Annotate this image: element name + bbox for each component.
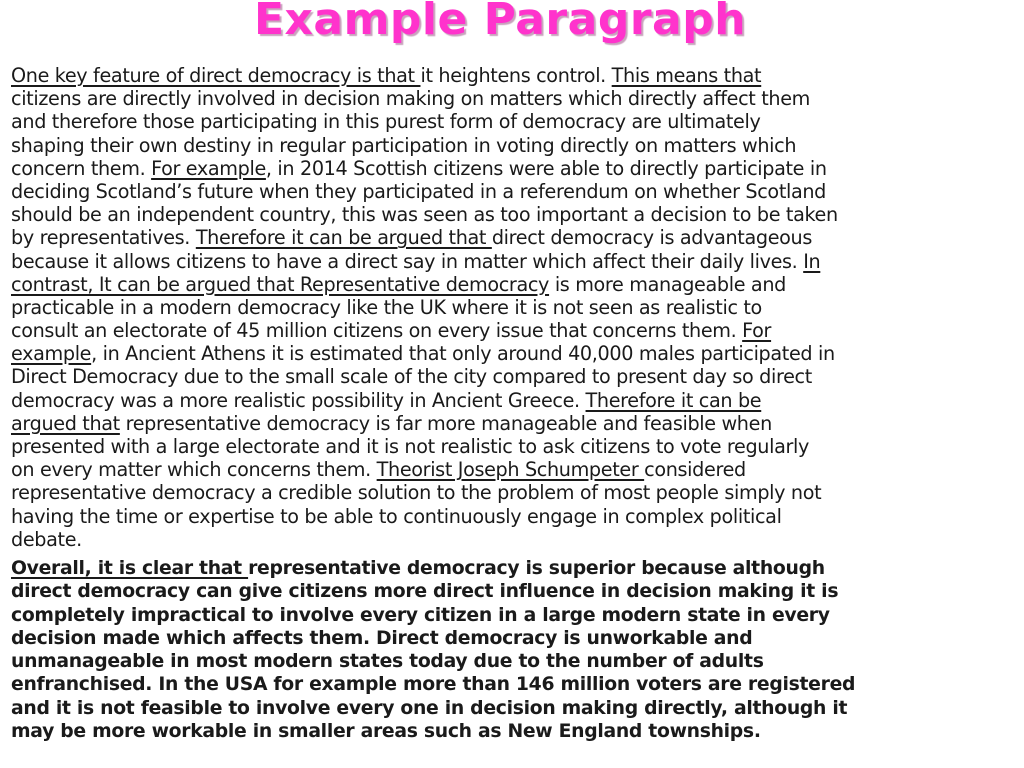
text-line: completely impractical to involve every … [11,604,1021,627]
text-segment: direct democracy is advantageous [491,226,813,250]
underlined-phrase: Theorist Joseph Schumpeter [376,458,645,482]
text-segment: Direct Democracy due to the small scale … [11,365,812,389]
text-line: One key feature of direct democracy is t… [11,64,1021,87]
text-segment: concern them. [11,156,152,180]
underlined-phrase: In [803,249,821,273]
underlined-phrase: example [11,342,92,366]
text-segment: and it is not feasible to involve every … [11,697,848,719]
text-line: contrast, It can be argued that Represen… [11,273,1021,296]
text-segment: decision made which affects them. Direct… [11,627,753,649]
text-segment: , in Ancient Athens it is estimated that… [91,342,835,366]
text-segment: shaping their own destiny in regular par… [11,133,797,157]
text-segment: is more manageable and [549,272,787,296]
text-line: and it is not feasible to involve every … [11,697,1021,720]
text-line: may be more workable in smaller areas su… [11,720,1021,743]
text-segment: representative democracy a credible solu… [11,481,822,505]
text-segment: , in 2014 Scottish citizens were able to… [265,156,827,180]
underlined-phrase: Overall, it is clear that [11,558,249,579]
text-segment: enfranchised. In the USA for example mor… [11,674,856,696]
underlined-phrase: Therefore it can be [585,388,762,412]
text-line: presented with a large electorate and it… [11,435,1021,458]
text-line: democracy was a more realistic possibili… [11,389,1021,412]
text-line: citizens are directly involved in decisi… [11,87,1021,110]
text-segment: because it allows citizens to have a dir… [11,249,804,273]
text-segment: it heightens control. [420,64,612,87]
text-line: decision made which affects them. Direct… [11,627,1021,650]
underlined-phrase: This means that [611,64,762,87]
text-line: on every matter which concerns them. The… [11,458,1021,481]
text-line: by representatives. Therefore it can be … [11,226,1021,249]
text-segment: representative democracy is superior bec… [248,558,825,579]
text-line: concern them. For example, in 2014 Scott… [11,157,1021,180]
underlined-phrase: One key feature of direct democracy is t… [11,64,421,87]
text-line: because it allows citizens to have a dir… [11,250,1021,273]
underlined-phrase: contrast, It can be argued that Represen… [11,272,550,296]
text-line: example, in Ancient Athens it is estimat… [11,342,1021,365]
paragraph-conclusion: Overall, it is clear that representative… [11,557,1021,743]
underlined-phrase: For example [151,156,266,180]
text-line: and therefore those participating in thi… [11,110,1021,133]
text-line: representative democracy a credible solu… [11,481,1021,504]
text-segment: completely impractical to involve every … [11,604,830,626]
text-line: having the time or expertise to be able … [11,505,1021,528]
text-segment: practicable in a modern democracy like t… [11,295,762,319]
paragraph-argument: One key feature of direct democracy is t… [11,64,1021,551]
text-line: should be an independent country, this w… [11,203,1021,226]
text-segment: citizens are directly involved in decisi… [11,87,810,111]
text-segment: considered [644,458,746,482]
text-segment: on every matter which concerns them. [11,458,377,482]
text-line: shaping their own destiny in regular par… [11,134,1021,157]
text-segment: consult an electorate of 45 million citi… [11,319,743,343]
text-line: Direct Democracy due to the small scale … [11,365,1021,388]
text-segment: unmanageable in most modern states today… [11,651,764,673]
text-segment: having the time or expertise to be able … [11,504,782,528]
page-title: Example Paragraph [253,0,747,45]
text-segment: direct democracy can give citizens more … [11,581,839,603]
text-line: debate. [11,528,1021,551]
text-segment: deciding Scotland’s future when they par… [11,179,827,203]
underlined-phrase: For [742,319,772,343]
text-segment: should be an independent country, this w… [11,203,838,227]
text-line: enfranchised. In the USA for example mor… [11,673,1021,696]
text-line: argued that representative democracy is … [11,412,1021,435]
text-line: consult an electorate of 45 million citi… [11,319,1021,342]
text-segment: presented with a large electorate and it… [11,435,810,458]
underlined-phrase: Therefore it can be argued that [195,226,492,250]
text-line: deciding Scotland’s future when they par… [11,180,1021,203]
text-segment: debate. [11,527,82,551]
text-line: practicable in a modern democracy like t… [11,296,1021,319]
text-segment: may be more workable in smaller areas su… [11,721,761,743]
text-line: Overall, it is clear that representative… [11,557,1021,580]
underlined-phrase: argued that [11,411,120,435]
text-line: direct democracy can give citizens more … [11,580,1021,603]
text-segment: by representatives. [11,226,196,250]
text-segment: democracy was a more realistic possibili… [11,388,586,412]
text-segment: and therefore those participating in thi… [11,110,761,134]
text-segment: representative democracy is far more man… [119,411,773,435]
text-line: unmanageable in most modern states today… [11,650,1021,673]
